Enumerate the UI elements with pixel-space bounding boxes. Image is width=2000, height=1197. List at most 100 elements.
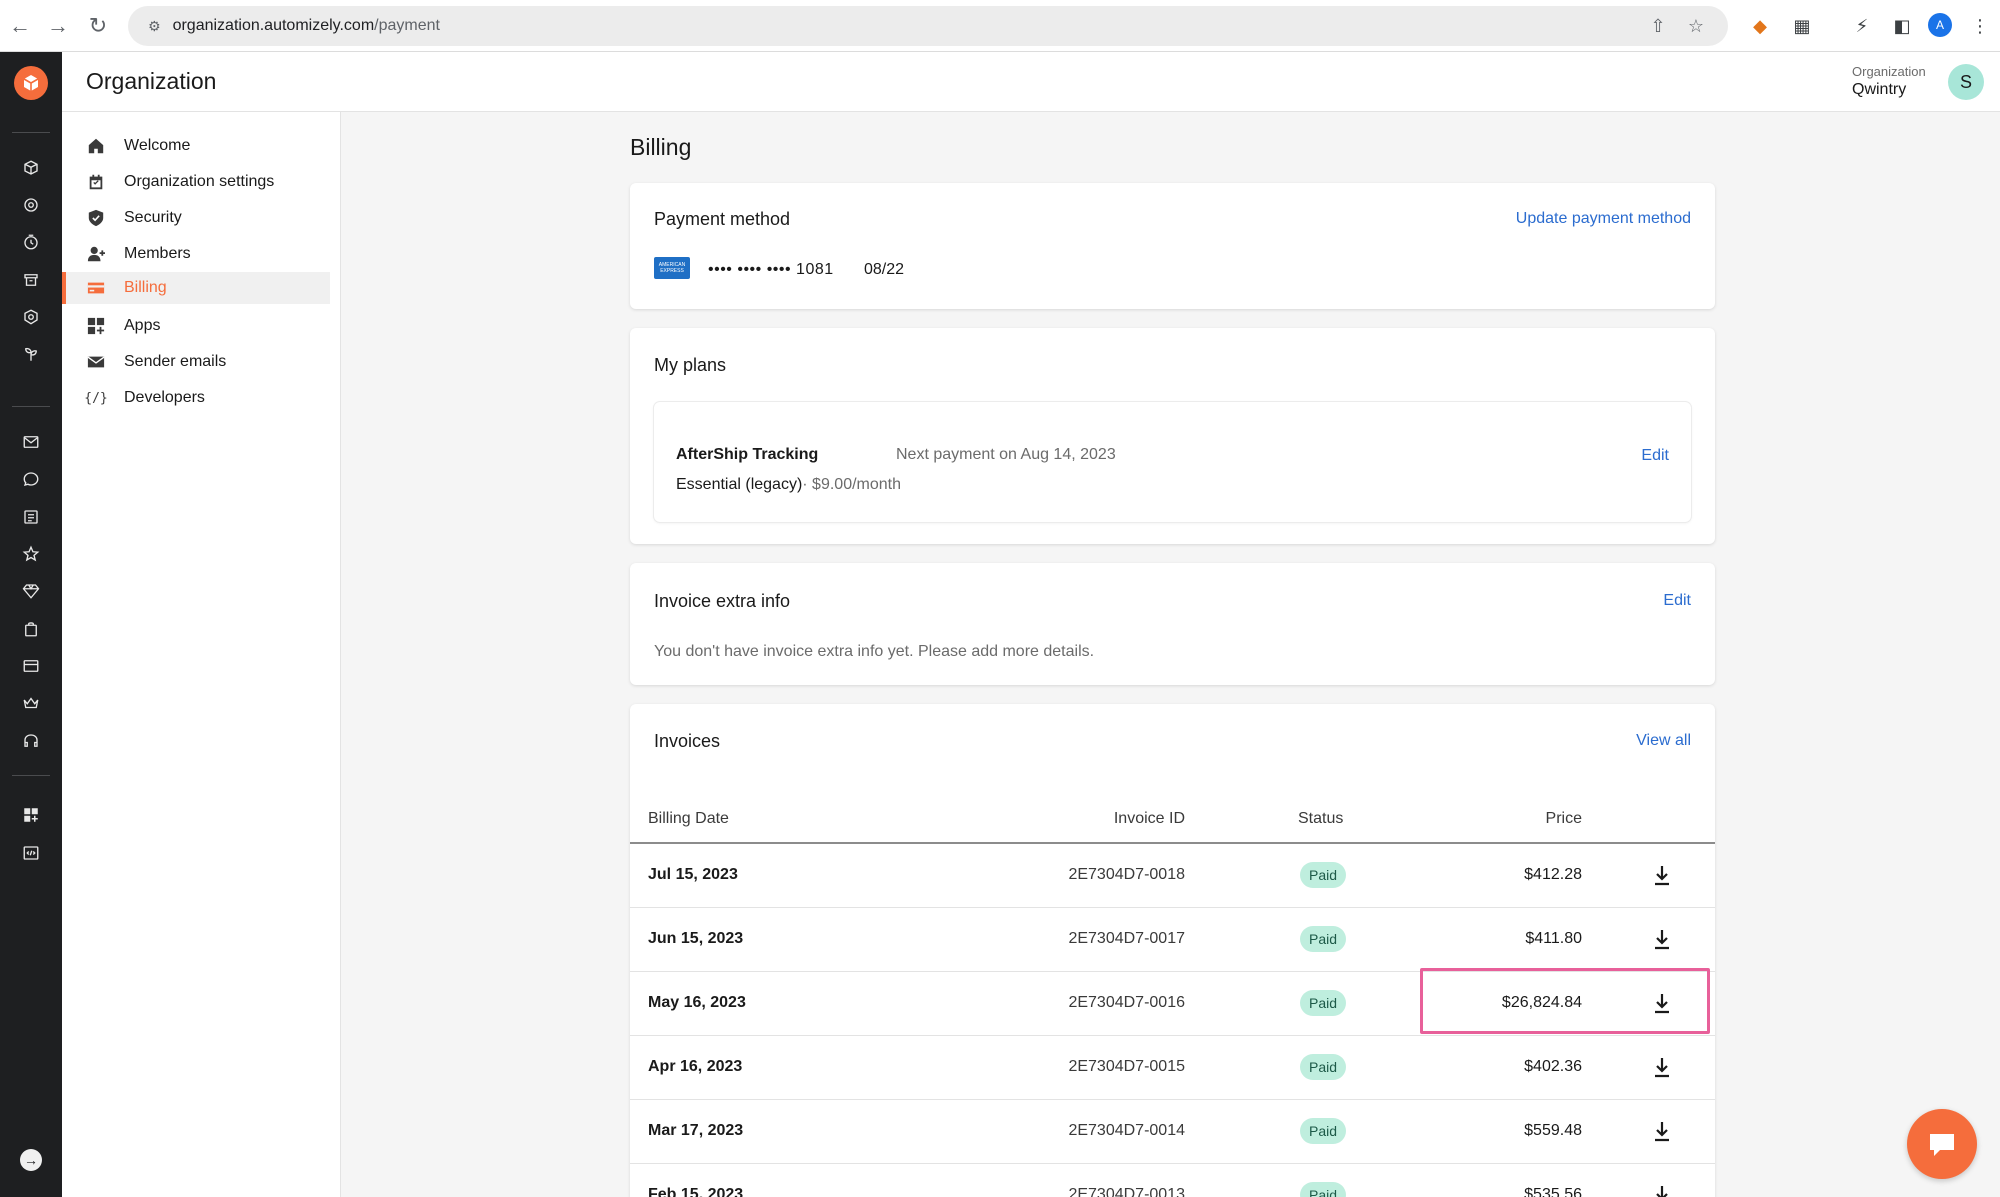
invoice-id: 2E7304D7-0017	[1068, 930, 1185, 947]
download-icon[interactable]	[1650, 990, 1674, 1016]
browser-toolbar: ← → ↻ ⚙ organization.automizely.com/paym…	[0, 0, 2000, 52]
email-icon[interactable]	[19, 430, 43, 454]
returns-icon[interactable]	[19, 193, 43, 217]
loyalty-gem-icon[interactable]	[19, 579, 43, 603]
sidebar-item-welcome[interactable]: Welcome	[62, 130, 330, 162]
share-icon[interactable]: ⇧	[1646, 14, 1670, 38]
clock-icon[interactable]	[19, 230, 43, 254]
browser-profile-avatar[interactable]: A	[1928, 13, 1952, 37]
sidebar-item-billing[interactable]: Billing	[62, 272, 330, 304]
apps-icon	[86, 316, 106, 336]
invoice-extra-info-card: Invoice extra info Edit You don't have i…	[630, 563, 1715, 685]
automizely-logo[interactable]	[14, 66, 48, 100]
archive-icon[interactable]	[19, 268, 43, 292]
sidebar-item-developers[interactable]: {/} Developers	[62, 382, 330, 414]
extension-icon[interactable]: ⚡	[1848, 12, 1876, 40]
crown-icon[interactable]	[19, 691, 43, 715]
home-icon	[86, 136, 106, 156]
invoice-id: 2E7304D7-0015	[1068, 1058, 1185, 1075]
sidebar-item-apps[interactable]: Apps	[62, 310, 330, 342]
extensions-puzzle-icon[interactable]: ▦	[1788, 12, 1816, 40]
mail-icon	[86, 352, 106, 372]
chat-bubble-icon[interactable]	[19, 467, 43, 491]
browser-menu-icon[interactable]: ⋮	[1966, 12, 1994, 40]
column-price: Price	[1545, 810, 1582, 827]
site-settings-icon[interactable]: ⚙	[148, 18, 161, 35]
reviews-star-icon[interactable]	[19, 542, 43, 566]
sidebar-item-sender-emails[interactable]: Sender emails	[62, 346, 330, 378]
shopping-bag-icon[interactable]	[19, 617, 43, 641]
table-row: Jun 15, 2023 2E7304D7-0017 Paid $411.80	[630, 908, 1715, 972]
table-row: Apr 16, 2023 2E7304D7-0015 Paid $402.36	[630, 1036, 1715, 1100]
bookmark-star-icon[interactable]: ☆	[1684, 14, 1708, 38]
card-expiry: 08/22	[864, 261, 905, 278]
download-icon[interactable]	[1650, 1118, 1674, 1144]
update-payment-method-link[interactable]: Update payment method	[1516, 210, 1691, 228]
download-icon[interactable]	[1650, 1182, 1674, 1197]
invoice-price: $402.36	[1524, 1058, 1582, 1075]
table-row: May 16, 2023 2E7304D7-0016 Paid $26,824.…	[630, 972, 1715, 1036]
plan-next-payment: Next payment on Aug 14, 2023	[896, 446, 1116, 463]
my-plans-title: My plans	[654, 355, 727, 375]
plant-icon[interactable]	[19, 342, 43, 366]
support-headset-icon[interactable]	[19, 729, 43, 753]
protection-icon[interactable]	[19, 305, 43, 329]
rail-divider	[12, 132, 50, 133]
sidebar-item-organization-settings[interactable]: Organization settings	[62, 166, 330, 198]
plan-tier-name: Essential (legacy)	[676, 476, 803, 493]
payments-card-icon[interactable]	[19, 654, 43, 678]
chat-widget-button[interactable]	[1907, 1109, 1977, 1179]
forward-icon[interactable]: →	[44, 12, 72, 40]
invoice-price: $535.56	[1524, 1186, 1582, 1197]
column-billing-date: Billing Date	[648, 810, 729, 827]
card-number: •••• •••• •••• 1081	[708, 261, 834, 278]
sidebar-item-label: Developers	[124, 389, 205, 406]
reload-icon[interactable]: ↻	[84, 12, 112, 40]
status-badge: Paid	[1300, 1182, 1347, 1197]
code-icon: {/}	[84, 390, 108, 406]
credit-card-icon	[86, 278, 106, 298]
download-icon[interactable]	[1650, 926, 1674, 952]
edit-plan-link[interactable]: Edit	[1641, 447, 1669, 465]
organization-switcher[interactable]: Organization Qwintry	[1852, 64, 1926, 99]
invoice-extra-info-title: Invoice extra info	[654, 591, 791, 611]
back-icon[interactable]: ←	[6, 12, 34, 40]
view-all-invoices-link[interactable]: View all	[1636, 732, 1691, 750]
app-header: Organization Organization Qwintry S	[62, 52, 2000, 112]
sidebar-item-label: Members	[124, 245, 191, 262]
table-row: Mar 17, 2023 2E7304D7-0014 Paid $559.48	[630, 1100, 1715, 1164]
invoice-date: May 16, 2023	[648, 994, 746, 1011]
plan-tier: Essential (legacy)· $9.00/month	[676, 476, 901, 494]
invoice-date: Apr 16, 2023	[648, 1058, 743, 1075]
chat-icon	[1930, 1134, 1954, 1156]
sidebar-item-label: Sender emails	[124, 353, 227, 370]
download-icon[interactable]	[1650, 1054, 1674, 1080]
expand-arrow-icon[interactable]: →	[20, 1149, 42, 1171]
invoice-price: $412.28	[1524, 866, 1582, 883]
status-badge: Paid	[1300, 862, 1347, 888]
edit-invoice-extra-info-link[interactable]: Edit	[1663, 592, 1691, 610]
invoices-card: Invoices View all Billing Date Invoice I…	[630, 704, 1715, 1197]
app-grid-icon[interactable]	[19, 803, 43, 827]
status-badge: Paid	[1300, 926, 1347, 952]
column-invoice-id: Invoice ID	[1113, 810, 1185, 827]
url-text: organization.automizely.com/payment	[172, 17, 440, 34]
plan-item: AfterShip Tracking Next payment on Aug 1…	[654, 402, 1691, 522]
user-avatar[interactable]: S	[1948, 64, 1984, 100]
sidebar-item-security[interactable]: Security	[62, 202, 330, 234]
forms-icon[interactable]	[19, 505, 43, 529]
side-panel-icon[interactable]: ◧	[1888, 12, 1916, 40]
status-badge: Paid	[1300, 1118, 1347, 1144]
tracking-box-icon[interactable]	[19, 156, 43, 180]
address-bar[interactable]: ⚙ organization.automizely.com/payment ⇧ …	[128, 6, 1728, 46]
metamask-extension-icon[interactable]: ◆	[1746, 12, 1774, 40]
developer-code-icon[interactable]	[19, 841, 43, 865]
plan-name: AfterShip Tracking	[676, 446, 819, 463]
download-icon[interactable]	[1650, 862, 1674, 888]
user-plus-icon	[86, 244, 106, 264]
my-plans-card: My plans AfterShip Tracking Next payment…	[630, 328, 1715, 544]
shield-icon	[86, 208, 106, 228]
sidebar-item-members[interactable]: Members	[62, 238, 330, 270]
app-title: Organization	[86, 68, 217, 94]
app-rail: →	[0, 52, 62, 1197]
